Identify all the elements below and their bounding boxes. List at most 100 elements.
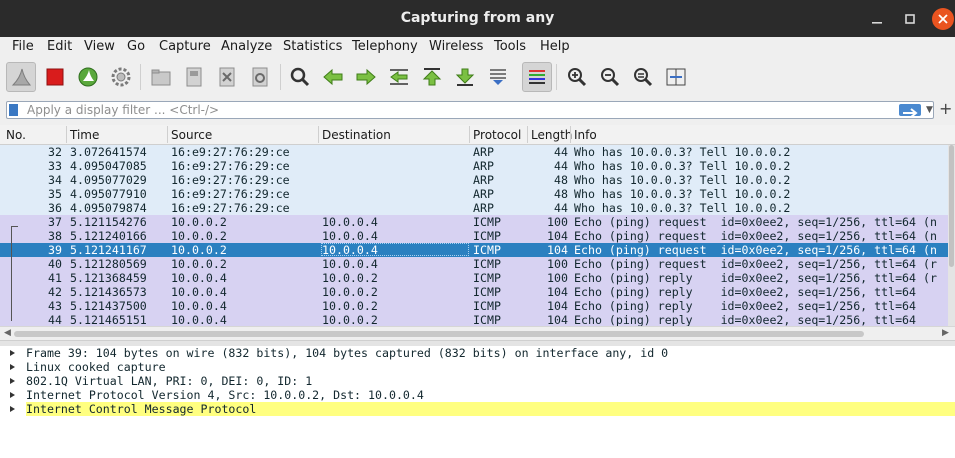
table-row[interactable]: 40 5.121280569 10.0.0.2 10.0.0.4 ICMP 100 Echo… (0, 257, 948, 271)
column-header-no[interactable]: No. (6, 128, 26, 142)
chevron-down-icon[interactable]: ▼ (926, 105, 933, 115)
maximize-icon (905, 14, 915, 24)
menu-edit[interactable]: Edit (47, 39, 72, 54)
cell-len: 48 (554, 187, 568, 201)
table-row[interactable]: 42 5.121436573 10.0.0.4 10.0.0.2 ICMP 104 Echo… (0, 285, 948, 299)
scroll-right-icon[interactable]: ▶ (942, 328, 949, 338)
add-filter-button[interactable]: + (939, 99, 952, 118)
cell-src: 10.0.0.2 (171, 243, 227, 257)
menu-file[interactable]: File (12, 39, 34, 54)
restart-capture-button[interactable] (73, 62, 103, 92)
detail-tree-item[interactable]: Internet Protocol Version 4, Src: 10.0.0… (0, 388, 955, 402)
menu-statistics[interactable]: Statistics (283, 39, 342, 54)
focus-outline (321, 243, 469, 256)
cell-info: Who has 10.0.0.3? Tell 10.0.0.2 (574, 173, 791, 187)
close-button[interactable] (932, 8, 954, 30)
expand-triangle-icon[interactable] (10, 406, 15, 412)
open-file-button[interactable] (146, 62, 176, 92)
save-file-button[interactable] (179, 62, 209, 92)
cell-info: Echo (ping) request id=0x0ee2, seq=1/256… (574, 257, 937, 271)
menu-analyze[interactable]: Analyze (221, 39, 272, 54)
table-row[interactable]: 38 5.121240166 10.0.0.2 10.0.0.4 ICMP 104 Echo… (0, 229, 948, 243)
vertical-scroll-thumb[interactable] (949, 145, 954, 267)
cell-time: 4.095077029 (70, 173, 147, 187)
detail-tree-item[interactable]: Internet Control Message Protocol (0, 402, 955, 416)
cell-time: 5.121437500 (70, 299, 147, 313)
detail-tree-item[interactable]: 802.1Q Virtual LAN, PRI: 0, DEI: 0, ID: … (0, 374, 955, 388)
menu-telephony[interactable]: Telephony (352, 39, 418, 54)
vertical-scrollbar[interactable] (948, 145, 955, 332)
capture-options-button[interactable] (106, 62, 136, 92)
menu-help[interactable]: Help (540, 39, 570, 54)
go-to-packet-button[interactable] (384, 62, 414, 92)
close-file-button[interactable] (212, 62, 242, 92)
go-back-icon (323, 68, 343, 86)
display-filter-input[interactable]: Apply a display filter ... <Ctrl-/> ▼ (6, 101, 934, 119)
reload-file-button[interactable] (245, 62, 275, 92)
apply-filter-button[interactable] (899, 104, 921, 118)
close-file-icon (219, 67, 235, 87)
menu-tools[interactable]: Tools (494, 39, 526, 54)
scroll-left-icon[interactable]: ◀ (4, 328, 11, 338)
cell-src: 10.0.0.2 (171, 215, 227, 229)
expand-triangle-icon[interactable] (10, 392, 15, 398)
table-row[interactable]: 33 4.095047085 16:e9:27:76:29:ce ARP 44 Who h… (0, 159, 948, 173)
maximize-button[interactable] (899, 8, 921, 30)
go-last-button[interactable] (450, 62, 480, 92)
table-row[interactable]: 36 4.095079874 16:e9:27:76:29:ce ARP 44 Who h… (0, 201, 948, 215)
zoom-out-button[interactable] (595, 62, 625, 92)
bookmark-icon[interactable] (9, 104, 18, 116)
cell-info: Echo (ping) request id=0x0ee2, seq=1/256… (574, 215, 937, 229)
expand-triangle-icon[interactable] (10, 378, 15, 384)
column-header-time[interactable]: Time (70, 128, 99, 142)
detail-tree-item[interactable]: Linux cooked capture (0, 360, 955, 374)
go-forward-button[interactable] (351, 62, 381, 92)
find-packet-button[interactable] (285, 62, 315, 92)
stop-capture-button[interactable] (40, 62, 70, 92)
title-bar: Capturing from any (0, 0, 955, 37)
packet-details: Frame 39: 104 bytes on wire (832 bits), … (0, 346, 955, 458)
column-header-protocol[interactable]: Protocol (473, 128, 521, 142)
table-row[interactable]: 41 5.121368459 10.0.0.4 10.0.0.2 ICMP 100 Echo… (0, 271, 948, 285)
horizontal-scroll-thumb[interactable] (14, 331, 864, 337)
cell-proto: ICMP (473, 299, 501, 313)
colorize-button[interactable] (522, 62, 552, 92)
cell-src: 16:e9:27:76:29:ce (171, 201, 290, 215)
zoom-normal-button[interactable] (628, 62, 658, 92)
table-row[interactable]: 44 5.121465151 10.0.0.4 10.0.0.2 ICMP 104 Echo… (0, 313, 948, 327)
go-first-button[interactable] (417, 62, 447, 92)
menu-view[interactable]: View (84, 39, 115, 54)
menu-go[interactable]: Go (127, 39, 145, 54)
cell-time: 5.121368459 (70, 271, 147, 285)
table-row[interactable]: 32 3.072641574 16:e9:27:76:29:ce ARP 44 Who h… (0, 145, 948, 159)
menu-wireless[interactable]: Wireless (429, 39, 483, 54)
autoscroll-button[interactable] (483, 62, 513, 92)
horizontal-scrollbar[interactable]: ◀ ▶ (0, 326, 955, 341)
cell-src: 10.0.0.4 (171, 271, 227, 285)
go-to-packet-icon (390, 69, 408, 85)
column-header-destination[interactable]: Destination (322, 128, 391, 142)
table-row[interactable]: 37 5.121154276 10.0.0.2 10.0.0.4 ICMP 100 Echo… (0, 215, 948, 229)
cell-len: 100 (547, 271, 568, 285)
resize-columns-button[interactable] (661, 62, 691, 92)
menu-capture[interactable]: Capture (159, 39, 211, 54)
zoom-in-button[interactable] (562, 62, 592, 92)
capture-options-gear-icon (111, 67, 131, 87)
table-row[interactable]: 34 4.095077029 16:e9:27:76:29:ce ARP 48 Who h… (0, 173, 948, 187)
table-row[interactable]: 43 5.121437500 10.0.0.4 10.0.0.2 ICMP 104 Echo… (0, 299, 948, 313)
column-header-info[interactable]: Info (574, 128, 597, 142)
cell-time: 5.121241167 (70, 243, 147, 257)
column-header-length[interactable]: Length (531, 128, 572, 142)
expand-triangle-icon[interactable] (10, 364, 15, 370)
cell-len: 100 (547, 215, 568, 229)
table-row-selected[interactable]: 39 5.121241167 10.0.0.2 10.0.0.4 ICMP 104 Echo… (0, 243, 948, 257)
expand-triangle-icon[interactable] (10, 350, 15, 356)
table-row[interactable]: 35 4.095077910 16:e9:27:76:29:ce ARP 48 Who h… (0, 187, 948, 201)
cell-dst: 10.0.0.2 (322, 299, 378, 313)
minimize-button[interactable] (866, 8, 888, 30)
column-header-source[interactable]: Source (171, 128, 212, 142)
cell-src: 16:e9:27:76:29:ce (171, 145, 290, 159)
go-back-button[interactable] (318, 62, 348, 92)
start-capture-button[interactable] (6, 62, 36, 92)
detail-tree-item[interactable]: Frame 39: 104 bytes on wire (832 bits), … (0, 346, 955, 360)
